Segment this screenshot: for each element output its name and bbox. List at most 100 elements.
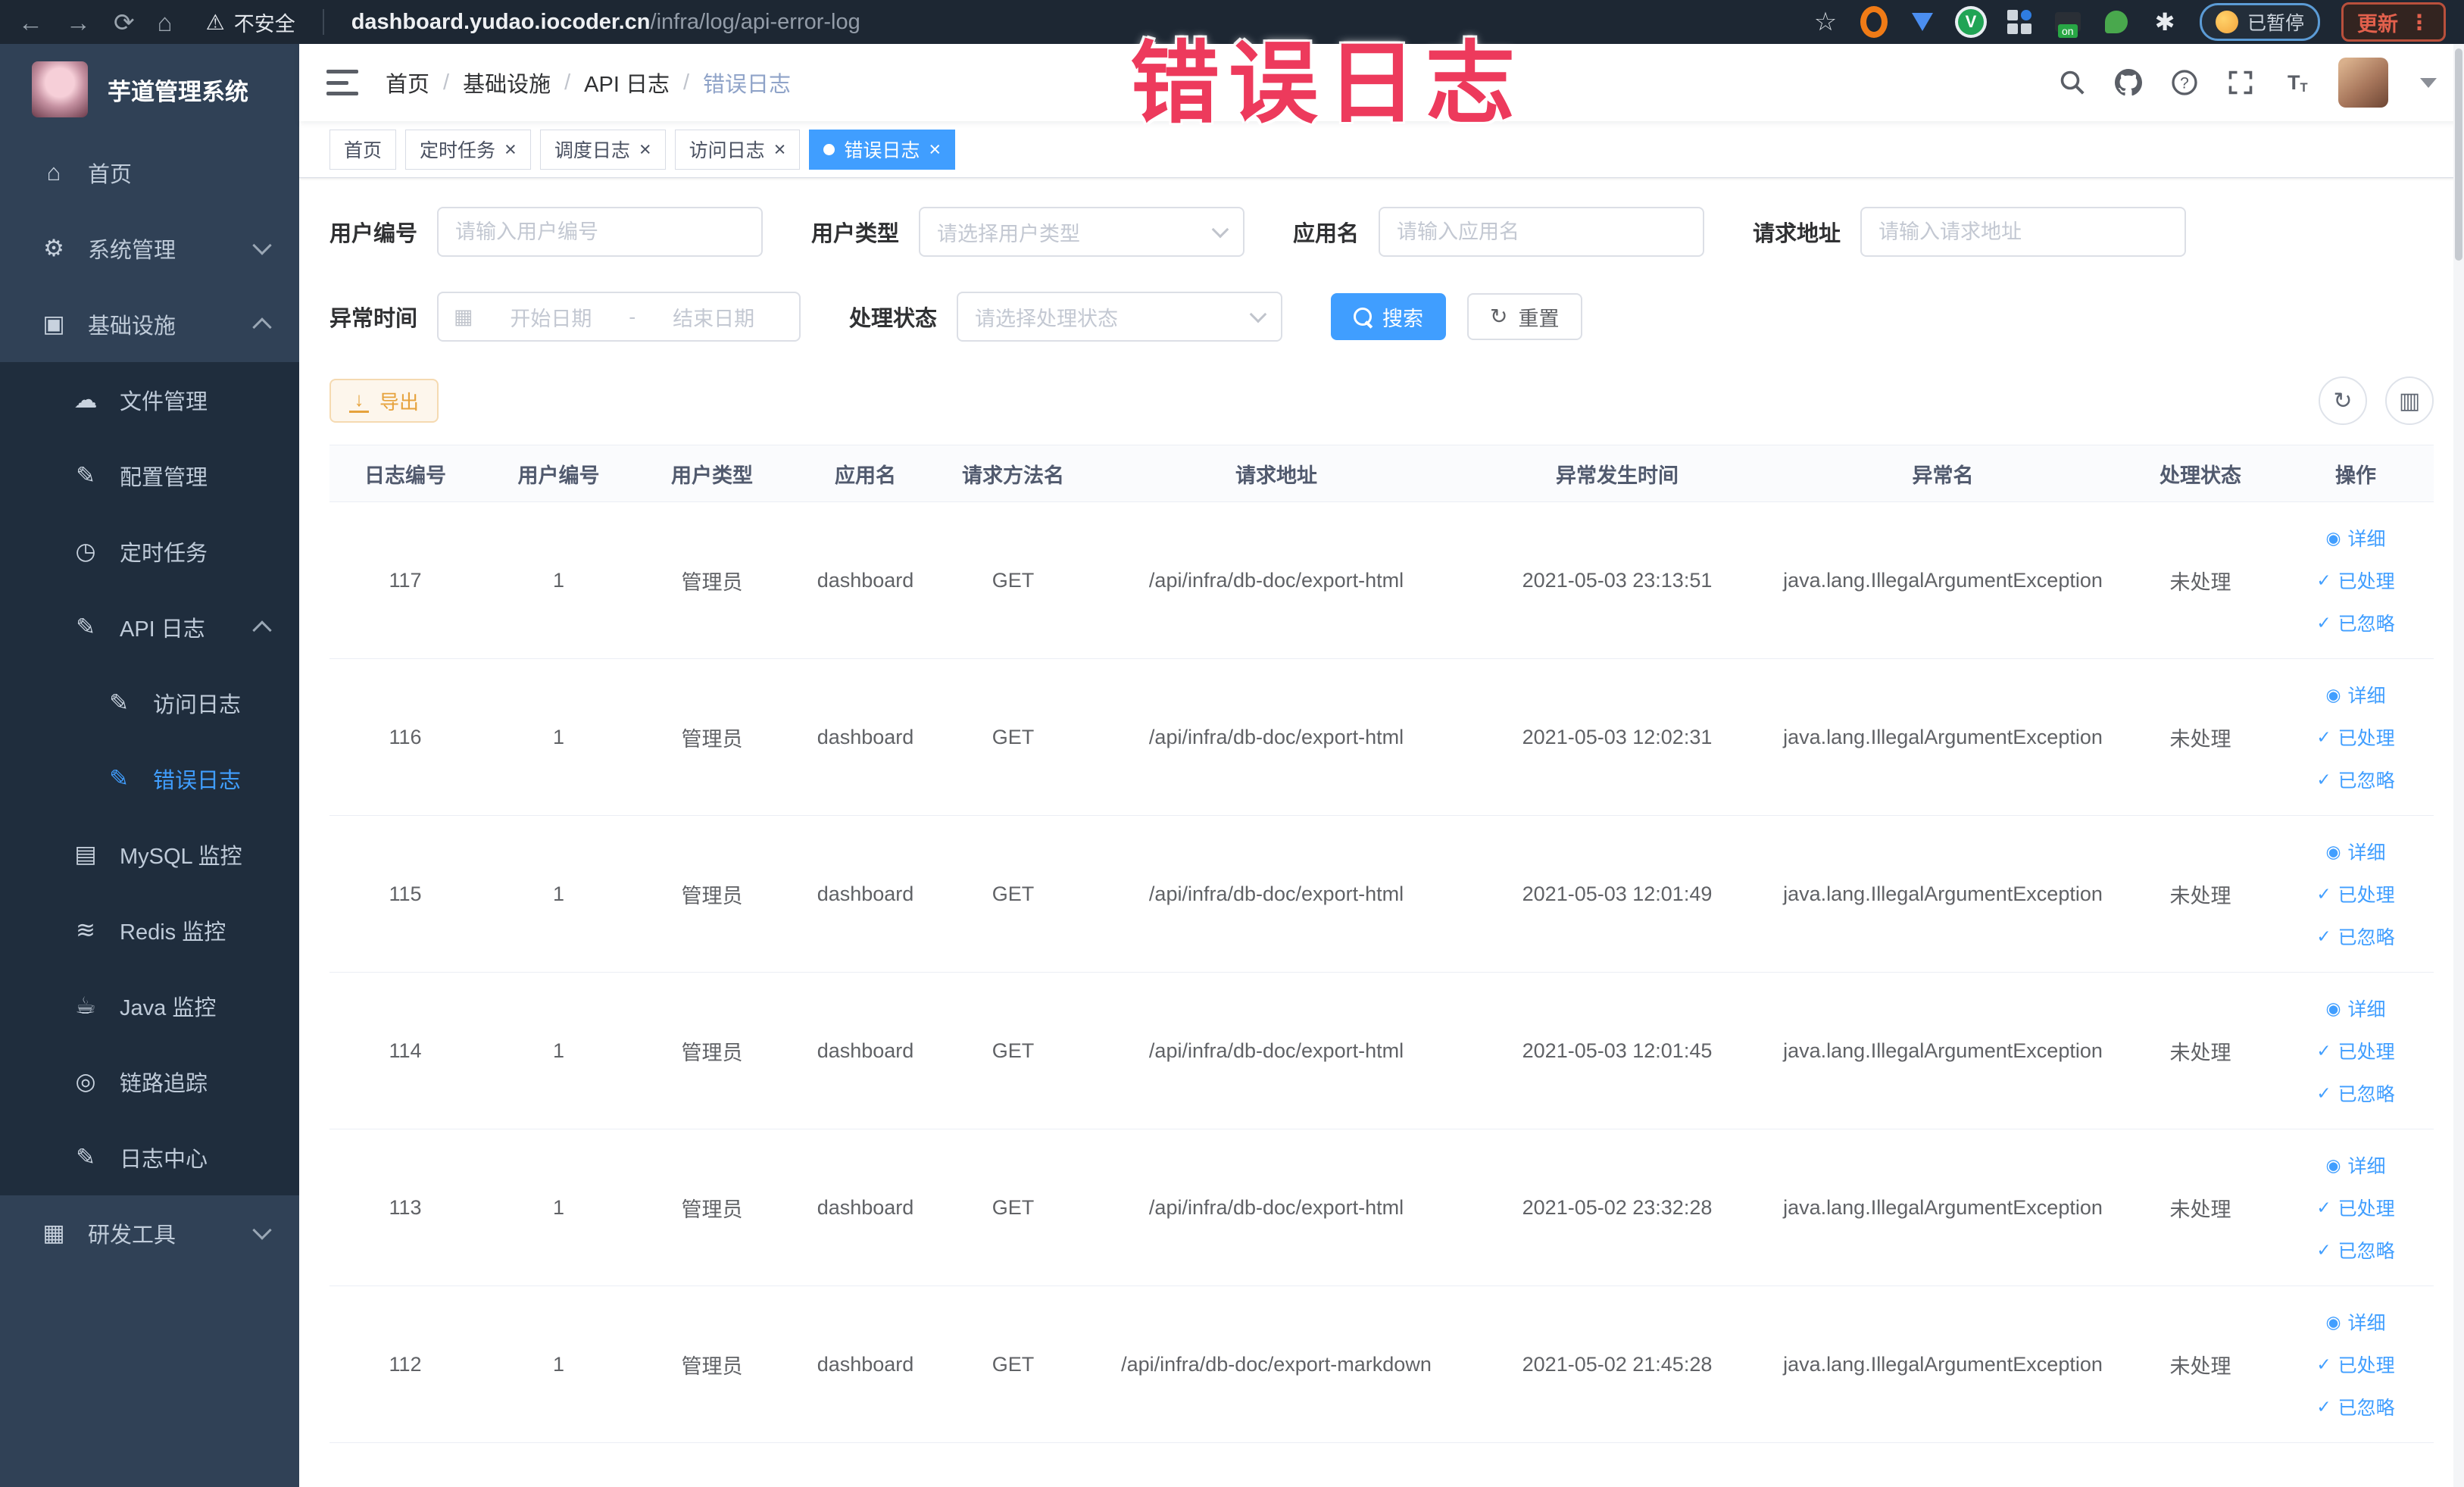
action-已忽略[interactable]: ✓ 已忽略	[2316, 1079, 2394, 1107]
action-已处理[interactable]: ✓ 已处理	[2316, 567, 2394, 594]
extension-orange-icon[interactable]	[1860, 6, 1888, 38]
tab-调度日志[interactable]: 调度日志 ×	[539, 129, 666, 170]
user-menu-caret-icon[interactable]	[2420, 77, 2437, 88]
reload-icon[interactable]: ⟳	[114, 10, 135, 35]
user-id-input[interactable]	[437, 207, 764, 257]
sidebar-item-MySQL 监控[interactable]: ▤ MySQL 监控	[0, 817, 299, 892]
cell-actions: ◉ 详细 ✓ 已处理 ✓ 已忽略	[2280, 1308, 2431, 1420]
extensions-puzzle-icon[interactable]: ✱	[2151, 8, 2178, 36]
sidebar-toggle-icon[interactable]	[326, 70, 358, 95]
action-label: 详细	[2347, 842, 2386, 864]
forward-icon[interactable]: →	[66, 10, 91, 35]
back-icon[interactable]: ←	[18, 10, 43, 35]
action-详细[interactable]: ◉ 详细	[2325, 681, 2385, 708]
home-icon[interactable]: ⌂	[158, 10, 173, 35]
fullscreen-icon[interactable]	[2226, 68, 2255, 97]
action-已处理[interactable]: ✓ 已处理	[2316, 1194, 2394, 1221]
browser-update-button[interactable]: 更新 ⋮	[2341, 2, 2446, 42]
eye-icon: ◉	[2325, 841, 2341, 861]
extension-blue-drop-icon[interactable]	[1909, 8, 1936, 36]
app-name-input[interactable]	[1379, 207, 1705, 257]
tab-错误日志[interactable]: 错误日志 ×	[809, 129, 956, 170]
clock-icon: ◷	[75, 538, 96, 564]
sidebar-item-系统管理[interactable]: ⚙ 系统管理	[0, 211, 299, 286]
tab-定时任务[interactable]: 定时任务 ×	[405, 129, 531, 170]
extension-plant-icon[interactable]	[2103, 8, 2130, 36]
sidebar-item-访问日志[interactable]: ✎ 访问日志	[0, 665, 299, 741]
action-已处理[interactable]: ✓ 已处理	[2316, 1351, 2394, 1378]
sidebar-item-API 日志[interactable]: ✎ API 日志	[0, 589, 299, 665]
export-button-label: 导出	[379, 390, 420, 414]
action-详细[interactable]: ◉ 详细	[2325, 995, 2385, 1022]
sidebar-item-配置管理[interactable]: ✎ 配置管理	[0, 438, 299, 514]
close-icon[interactable]: ×	[639, 139, 651, 160]
action-已忽略[interactable]: ✓ 已忽略	[2316, 1393, 2394, 1420]
refresh-icon: ↻	[1490, 305, 1508, 328]
breadcrumb-item[interactable]: 基础设施	[463, 67, 551, 98]
help-icon[interactable]: ?	[2170, 68, 2199, 97]
url-field[interactable]: dashboard.yudao.iocoder.cn/infra/log/api…	[351, 10, 860, 35]
sidebar-item-日志中心[interactable]: ✎ 日志中心	[0, 1120, 299, 1195]
action-已处理[interactable]: ✓ 已处理	[2316, 1037, 2394, 1064]
column-settings-icon[interactable]: ▥	[2385, 376, 2434, 425]
date-range-picker[interactable]: ▦ 开始日期 - 结束日期	[437, 292, 801, 342]
action-已忽略[interactable]: ✓ 已忽略	[2316, 766, 2394, 793]
action-详细[interactable]: ◉ 详细	[2325, 1151, 2385, 1179]
cloud-upload-icon: ☁	[73, 386, 98, 413]
search-icon[interactable]	[2058, 68, 2087, 97]
request-url-input[interactable]	[1860, 207, 2187, 257]
check-icon: ✓	[2316, 570, 2331, 590]
tab-访问日志[interactable]: 访问日志 ×	[674, 129, 801, 170]
browser-menu-icon[interactable]: ⋮	[2409, 10, 2430, 35]
user-type-select[interactable]: 请选择用户类型	[919, 207, 1245, 257]
sidebar-item-基础设施[interactable]: ▣ 基础设施	[0, 286, 299, 362]
action-已忽略[interactable]: ✓ 已忽略	[2316, 923, 2394, 950]
profile-paused-badge[interactable]: 已暂停	[2199, 3, 2320, 41]
sidebar-logo[interactable]: 芋道管理系统	[0, 44, 299, 135]
sidebar-item-文件管理[interactable]: ☁ 文件管理	[0, 362, 299, 438]
action-label: 已处理	[2338, 728, 2395, 749]
action-详细[interactable]: ◉ 详细	[2325, 838, 2385, 865]
close-icon[interactable]: ×	[929, 139, 941, 160]
process-status-select[interactable]: 请选择处理状态	[957, 292, 1283, 342]
sidebar-item-Redis 监控[interactable]: ≋ Redis 监控	[0, 892, 299, 968]
action-已忽略[interactable]: ✓ 已忽略	[2316, 609, 2394, 636]
sidebar-item-链路追踪[interactable]: ◎ 链路追踪	[0, 1044, 299, 1120]
column-header: 用户编号	[517, 464, 600, 487]
breadcrumb-item[interactable]: 首页	[386, 67, 429, 98]
security-indicator[interactable]: ⚠ 不安全	[206, 8, 295, 37]
bookmark-star-icon[interactable]: ☆	[1812, 8, 1839, 36]
action-已忽略[interactable]: ✓ 已忽略	[2316, 1236, 2394, 1264]
close-icon[interactable]: ×	[504, 139, 517, 160]
sidebar-item-首页[interactable]: ⌂ 首页	[0, 135, 299, 211]
search-button[interactable]: 搜索	[1331, 293, 1447, 340]
export-button[interactable]: ↓ 导出	[329, 379, 439, 423]
sidebar-item-Java 监控[interactable]: ☕ Java 监控	[0, 968, 299, 1044]
action-已处理[interactable]: ✓ 已处理	[2316, 723, 2394, 751]
cell-actions: ◉ 详细 ✓ 已处理 ✓ 已忽略	[2280, 524, 2431, 636]
scrollbar-thumb[interactable]	[2455, 48, 2462, 261]
extension-grid-icon[interactable]	[2006, 8, 2033, 36]
reset-button[interactable]: ↻ 重置	[1467, 293, 1582, 340]
font-size-icon[interactable]: TT	[2282, 68, 2311, 97]
cell-app-name: dashboard	[817, 725, 914, 748]
sidebar-item-研发工具[interactable]: ▦ 研发工具	[0, 1195, 299, 1271]
extension-on-badge-icon[interactable]	[2054, 8, 2081, 38]
table-tools: ↻ ▥	[2319, 376, 2434, 425]
sidebar-item-定时任务[interactable]: ◷ 定时任务	[0, 514, 299, 589]
action-详细[interactable]: ◉ 详细	[2325, 1308, 2385, 1335]
refresh-table-icon[interactable]: ↻	[2319, 376, 2367, 425]
page-content: 用户编号 用户类型 请选择用户类型 应用名	[299, 178, 2464, 1487]
github-icon[interactable]	[2114, 68, 2143, 97]
sidebar-item-错误日志[interactable]: ✎ 错误日志	[0, 741, 299, 817]
user-avatar[interactable]	[2338, 58, 2388, 108]
cell-app-name: dashboard	[817, 1352, 914, 1376]
action-详细[interactable]: ◉ 详细	[2325, 524, 2385, 551]
cell-method: GET	[992, 1352, 1035, 1376]
page-scrollbar[interactable]	[2453, 44, 2464, 1487]
close-icon[interactable]: ×	[774, 139, 786, 160]
action-已处理[interactable]: ✓ 已处理	[2316, 880, 2394, 908]
tab-首页[interactable]: 首页	[329, 129, 397, 170]
extension-v-icon[interactable]: V	[1957, 8, 1985, 36]
breadcrumb-item[interactable]: API 日志	[584, 67, 670, 98]
